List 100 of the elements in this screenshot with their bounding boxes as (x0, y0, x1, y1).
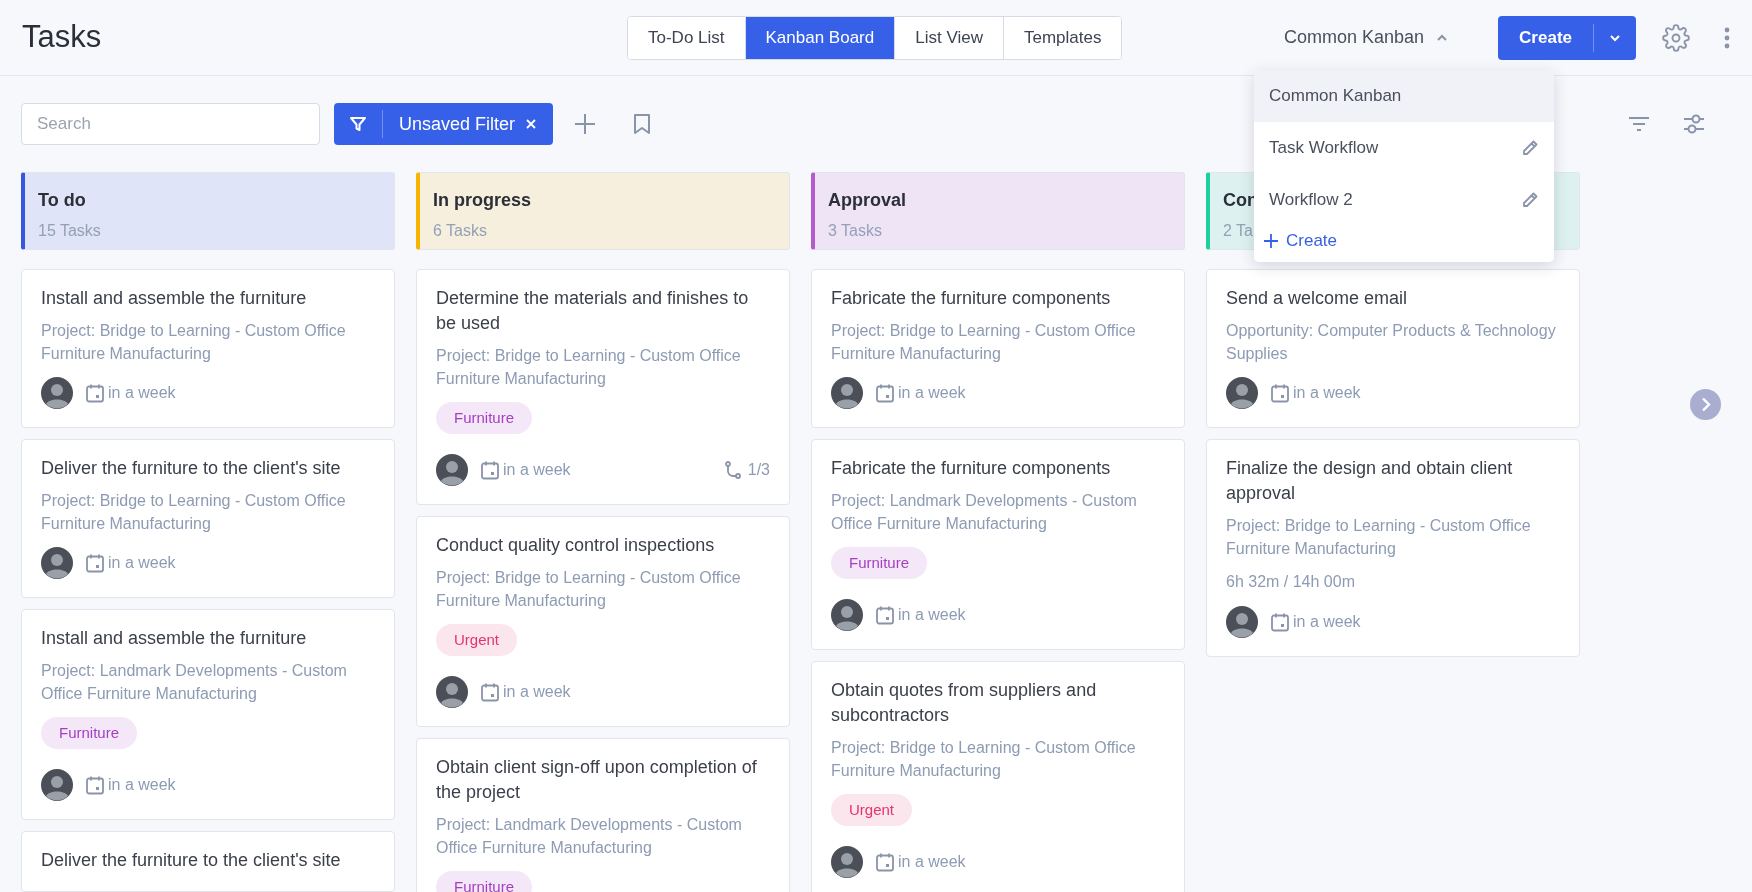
task-card[interactable]: Install and assemble the furniture Project: Landmark Developments - Custom Office Furniture Manufacturing Furniture in a week (21, 609, 395, 820)
search-field[interactable]: Search (21, 103, 320, 145)
task-title: Fabricate the furniture components (831, 457, 1112, 480)
column-title: In progress (433, 189, 532, 212)
tag: Furniture (436, 402, 533, 434)
task-title: Determine the materials and finishes to be used (436, 287, 750, 335)
plus-icon[interactable] (574, 113, 597, 135)
create-link[interactable]: Create (1254, 226, 1554, 254)
avatar (41, 547, 73, 579)
task-title: Deliver the furniture to the client's site (41, 849, 342, 872)
due-date: in a week (1293, 383, 1361, 403)
page-title: Tasks (22, 18, 103, 57)
scroll-right-button[interactable] (1690, 389, 1721, 420)
avatar (831, 599, 863, 631)
more-options-icon[interactable] (1724, 26, 1730, 49)
due-date: in a week (503, 682, 571, 702)
subtask-icon (723, 461, 742, 479)
due-date: in a week (108, 553, 176, 573)
create-label[interactable]: Create (1498, 23, 1594, 52)
bookmark-icon[interactable] (633, 113, 652, 135)
task-title: Obtain client sign-off upon completion of the project (436, 756, 758, 804)
task-card[interactable]: Deliver the furniture to the client's site Project: Bridge to Learning - Custom Office Furniture Manufacturing in a week (21, 439, 395, 598)
menu-item[interactable]: Workflow 2 (1254, 174, 1554, 226)
view-tab[interactable]: Kanban Board (744, 16, 895, 59)
task-project: Project: Bridge to Learning - Custom Office Furniture Manufacturing (436, 568, 742, 611)
task-title: Deliver the furniture to the client's site (41, 457, 342, 480)
close-icon[interactable] (525, 118, 538, 130)
due-date: in a week (898, 852, 966, 872)
due-date: in a week (503, 460, 571, 480)
settings-icon[interactable] (1662, 23, 1690, 52)
avatar (1226, 606, 1258, 638)
calendar-icon (480, 460, 500, 480)
task-count: 15 Tasks (38, 221, 101, 241)
calendar-icon (875, 852, 895, 872)
calendar-icon (1270, 383, 1290, 403)
task-project: Opportunity: Computer Products & Technology Supplies (1226, 321, 1557, 364)
pencil-icon[interactable] (1521, 191, 1539, 209)
calendar-icon (85, 383, 105, 403)
time-tracked: 6h 32m / 14h 00m (1226, 572, 1356, 592)
task-card[interactable]: Obtain quotes from suppliers and subcontractors Project: Bridge to Learning - Custom Office Furniture Manufacturing Urgent in a week (811, 661, 1185, 892)
task-card[interactable]: Obtain client sign-off upon completion of the project Project: Landmark Developments - Custom Office Furniture Manufacturing Furniture (416, 738, 790, 892)
avatar (831, 846, 863, 878)
tag: Urgent (831, 794, 913, 826)
subtask-count: 1/3 (747, 460, 770, 480)
task-card[interactable]: Send a welcome email Opportunity: Computer Products & Technology Supplies in a week (1206, 269, 1580, 428)
task-title: Install and assemble the furniture (41, 627, 308, 650)
tag: Furniture (436, 871, 533, 892)
task-project: Project: Landmark Developments - Custom Office Furniture Manufacturing (41, 661, 348, 704)
task-count: 2 Ta (1223, 221, 1253, 241)
task-count: 6 Tasks (433, 221, 487, 241)
calendar-icon (1270, 612, 1290, 632)
due-date: in a week (108, 775, 176, 795)
task-card[interactable]: Fabricate the furniture components Project: Landmark Developments - Custom Office Furniture Manufacturing Furniture in a week (811, 439, 1185, 650)
tag: Furniture (41, 717, 138, 749)
task-project: Project: Bridge to Learning - Custom Office Furniture Manufacturing (831, 321, 1137, 364)
task-project: Project: Bridge to Learning - Custom Office Furniture Manufacturing (41, 321, 347, 364)
avatar (41, 377, 73, 409)
task-title: Send a welcome email (1226, 287, 1409, 310)
tag: Furniture (831, 547, 928, 579)
filter-lines-icon[interactable] (1628, 115, 1650, 133)
view-tab[interactable]: Templates (1002, 16, 1122, 59)
board-selector[interactable]: Common Kanban (1284, 24, 1449, 51)
sliders-icon[interactable] (1683, 112, 1705, 136)
avatar (41, 769, 73, 801)
avatar (436, 676, 468, 708)
task-project: Project: Bridge to Learning - Custom Office Furniture Manufacturing (1226, 516, 1532, 559)
task-card[interactable]: Conduct quality control inspections Project: Bridge to Learning - Custom Office Furniture Manufacturing Urgent in a week (416, 516, 790, 727)
due-date: in a week (898, 605, 966, 625)
filter-button[interactable]: Unsaved Filter (334, 103, 554, 145)
column-title: To do (38, 189, 86, 212)
task-card[interactable]: Finalize the design and obtain client approval Project: Bridge to Learning - Custom Office Furniture Manufacturing 6h 32m / 14h 00m in a week (1206, 439, 1580, 657)
task-title: Conduct quality control inspections (436, 534, 716, 557)
task-title: Fabricate the furniture components (831, 287, 1112, 310)
column-title: Approval (828, 189, 906, 212)
task-card[interactable]: Deliver the furniture to the client's site (21, 831, 395, 892)
avatar (831, 377, 863, 409)
avatar (436, 454, 468, 486)
due-date: in a week (898, 383, 966, 403)
task-card[interactable]: Fabricate the furniture components Project: Bridge to Learning - Custom Office Furniture Manufacturing in a week (811, 269, 1185, 428)
task-project: Project: Bridge to Learning - Custom Office Furniture Manufacturing (41, 491, 347, 534)
due-date: in a week (1293, 612, 1361, 632)
task-card[interactable]: Install and assemble the furniture Project: Bridge to Learning - Custom Office Furniture Manufacturing in a week (21, 269, 395, 428)
create-button[interactable]: Create (1498, 15, 1636, 60)
plus-icon (1264, 233, 1278, 248)
pencil-icon[interactable] (1521, 139, 1539, 157)
task-project: Project: Bridge to Learning - Custom Office Furniture Manufacturing (436, 346, 742, 389)
calendar-icon (85, 553, 105, 573)
calendar-icon (875, 383, 895, 403)
task-project: Project: Landmark Developments - Custom Office Furniture Manufacturing (436, 815, 743, 858)
task-project: Project: Landmark Developments - Custom Office Furniture Manufacturing (831, 491, 1138, 534)
task-count: 3 Tasks (828, 221, 882, 241)
menu-item[interactable]: Task Workflow (1254, 122, 1554, 174)
funnel-icon[interactable] (348, 114, 368, 134)
calendar-icon (480, 682, 500, 702)
task-title: Finalize the design and obtain client approval (1226, 457, 1514, 505)
tag: Urgent (436, 624, 518, 656)
task-title: Install and assemble the furniture (41, 287, 308, 310)
task-card[interactable]: Determine the materials and finishes to be used Project: Bridge to Learning - Custom Office Furniture Manufacturing Furniture in a week 1/3 (416, 269, 790, 505)
avatar (1226, 377, 1258, 409)
menu-item[interactable]: Common Kanban (1254, 70, 1554, 122)
